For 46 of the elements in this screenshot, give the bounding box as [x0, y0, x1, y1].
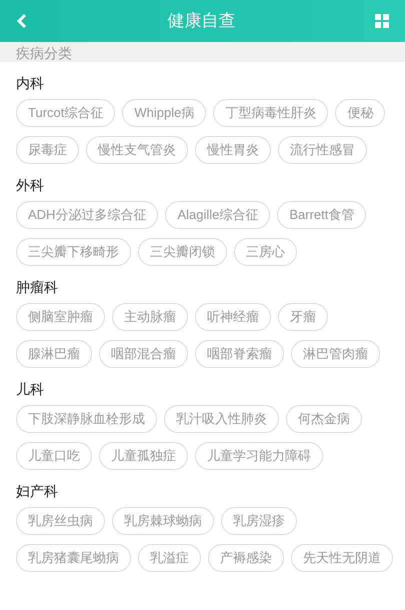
disease-tag[interactable]: 主动脉瘤	[112, 303, 188, 331]
disease-tag[interactable]: 腺淋巴瘤	[16, 340, 92, 368]
disease-tag[interactable]: 先天性无阴道	[291, 544, 393, 572]
disease-tag[interactable]: 乳房湿疹	[221, 507, 297, 535]
category-title: 妇产科	[16, 482, 59, 500]
category-title: 肿瘤科	[16, 278, 59, 296]
disease-tag[interactable]: 三尖瓣闭锁	[138, 238, 227, 266]
category-title: 内科	[16, 74, 45, 92]
disease-tag[interactable]: 乳房棘球蚴病	[112, 507, 214, 535]
disease-tag[interactable]: 咽部脊索瘤	[195, 340, 284, 368]
disease-tag[interactable]: 流行性感冒	[278, 136, 367, 164]
back-icon	[16, 13, 28, 29]
disease-tag[interactable]: 丁型病毒性肝炎	[213, 99, 328, 127]
disease-tag[interactable]: 乳汁吸入性肺炎	[164, 405, 279, 433]
disease-tag[interactable]: 乳溢症	[138, 544, 201, 572]
back-button[interactable]	[16, 13, 28, 29]
disease-tag[interactable]: 侧脑室肿瘤	[16, 303, 105, 331]
grid-button[interactable]	[375, 14, 389, 28]
disease-tag[interactable]: Turcot综合征	[16, 99, 116, 127]
disease-tag[interactable]: 儿童学习能力障碍	[195, 442, 323, 470]
disease-tag[interactable]: 何杰金病	[286, 405, 362, 433]
disease-tag[interactable]: 三尖瓣下移畸形	[16, 238, 131, 266]
disease-tag[interactable]: 乳房猪囊尾蚴病	[16, 544, 131, 572]
disease-tag[interactable]: 慢性支气管炎	[86, 136, 188, 164]
disease-tag[interactable]: 儿童口吃	[16, 442, 92, 470]
disease-tag[interactable]: Alagille综合征	[165, 201, 270, 229]
category-title: 儿科	[16, 380, 45, 398]
category-title: 外科	[16, 176, 45, 194]
disease-tag[interactable]: 牙瘤	[278, 303, 328, 331]
disease-tag[interactable]: 咽部混合瘤	[99, 340, 188, 368]
disease-tag[interactable]: 慢性胃炎	[195, 136, 271, 164]
disease-tag[interactable]: 乳房丝虫病	[16, 507, 105, 535]
section-heading: 疾病分类	[16, 44, 72, 63]
grid-icon	[375, 14, 389, 28]
disease-tag[interactable]: Barrett食管	[277, 201, 366, 229]
disease-tag[interactable]: 产褥感染	[208, 544, 284, 572]
disease-tag[interactable]: ADH分泌过多综合征	[16, 201, 158, 229]
disease-tag[interactable]: 淋巴管肉瘤	[291, 340, 380, 368]
disease-tag[interactable]: 儿童孤独症	[99, 442, 188, 470]
disease-tag[interactable]: 听神经瘤	[195, 303, 271, 331]
disease-tag[interactable]: 尿毒症	[16, 136, 79, 164]
page-title: 健康自查	[168, 10, 236, 32]
disease-tag[interactable]: 三房心	[234, 238, 297, 266]
disease-tag[interactable]: 便秘	[335, 99, 386, 127]
disease-tag[interactable]: 下肢深静脉血栓形成	[16, 405, 157, 433]
disease-tag[interactable]: Whipple病	[122, 99, 206, 127]
